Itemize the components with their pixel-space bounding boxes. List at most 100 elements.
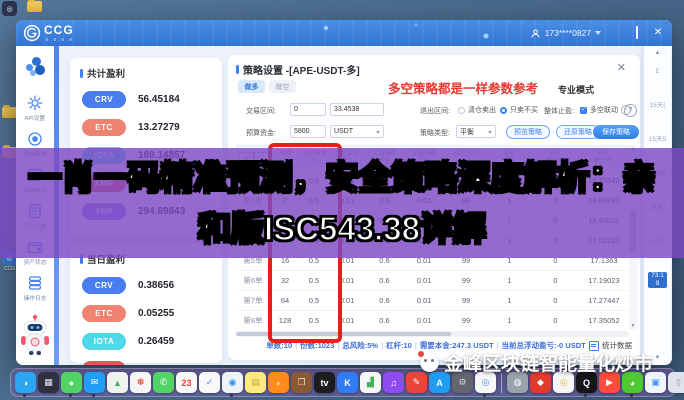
dock-icon-maps[interactable]: ▲ [107, 372, 128, 393]
table-cell: 99 [445, 296, 487, 305]
dock-icon-photos[interactable]: ✽ [130, 372, 151, 393]
preview-strategy-button[interactable]: 预览策略 [506, 125, 550, 139]
table-cell: 0.01 [403, 276, 445, 285]
strategy-type-select[interactable]: 平衡 [456, 125, 496, 138]
table-cell: 99 [445, 316, 487, 325]
save-strategy-button[interactable]: 保存策略 [593, 125, 639, 139]
edge-list-item[interactable]: 73:19 [648, 272, 667, 288]
sidebar-item-label: 资产状态 [24, 257, 47, 266]
dock-icon-messages[interactable]: ● [61, 372, 82, 393]
desktop: ◎◎CCG CCG 5.0.5.9 173****0827 ✕ [0, 0, 684, 400]
table-cell: 1 [487, 276, 532, 285]
coin-badge: CRV [82, 277, 126, 294]
user-account-chip[interactable]: 173****0827 [530, 28, 601, 39]
strategy-type-label: 策略类型: [420, 128, 450, 138]
dock-icon-finder[interactable]: ◑ [15, 372, 36, 393]
tab-long[interactable]: 做多 [238, 80, 265, 93]
scroll-up-icon[interactable]: ▲ [644, 50, 671, 56]
dock-icon-trash[interactable]: ▯ [668, 372, 684, 393]
close-button[interactable]: ✕ [652, 28, 664, 38]
desktop-folder-icon[interactable] [2, 107, 17, 119]
table-cell: 1 [487, 316, 532, 325]
profit-row: IOTA 0.26459 [70, 333, 222, 350]
profit-value: 0.05255 [138, 308, 174, 319]
profit-row: ETC 0.05255 [70, 305, 222, 322]
dock-icon-safari[interactable]: ◉ [222, 372, 243, 393]
dock-icon-notes[interactable]: ▤ [245, 372, 266, 393]
dock-icon-mail[interactable]: ✉ [84, 372, 105, 393]
profit-value: 56.45184 [138, 94, 180, 105]
profit-value: 0.26459 [138, 336, 174, 347]
dock-icon-podcasts[interactable]: ♫ [383, 372, 404, 393]
promo-overlay-banner: 一肖一码精准预测，安全策略深度解析：亲和版ISC543.38详解 [0, 148, 684, 258]
sidebar-item-label: 操作日志 [24, 293, 47, 302]
sidebar-item-label: API设置 [25, 113, 46, 122]
sidebar-item-5[interactable]: 操作日志 [23, 275, 47, 302]
coin-badge: ETC [82, 119, 126, 136]
table-cell: 0.6 [366, 276, 403, 285]
app-name: CCG [44, 23, 74, 37]
robot-mascot [18, 314, 52, 361]
promo-overlay-text: 一肖一码精准预测，安全策略深度解析：亲和版ISC543.38详解 [15, 152, 670, 254]
pro-mode-label[interactable]: 专业模式 [558, 83, 594, 96]
table-cell: 17.19023 [579, 276, 629, 285]
profit-row: CRV 56.45184 [70, 91, 222, 108]
table-cell: 0.01 [403, 316, 445, 325]
profit-row: XMR 0.00405 [70, 361, 222, 365]
dock-icon-keynote[interactable]: K [337, 372, 358, 393]
maximize-button[interactable] [631, 28, 643, 38]
user-id: 173****0827 [545, 28, 591, 38]
dock-icon-apple-tv[interactable]: tv [314, 372, 335, 393]
coin-badge: ETC [82, 305, 126, 322]
budget-label: 预算资金: [246, 128, 276, 138]
trade-range-min-input[interactable]: 0 [290, 103, 326, 116]
table-cell: 99 [445, 276, 487, 285]
strategy-notice: 多空策略都是一样参数参考 [338, 78, 588, 97]
dock-icon-launchpad[interactable]: ▦ [38, 372, 59, 393]
user-icon [530, 28, 541, 39]
dock-icon-numbers[interactable]: ▟ [360, 372, 381, 393]
today-profit-panel: 当日盈利 CRV 0.38656 ETC 0.05255 IOTA 0.2645… [70, 244, 222, 363]
table-cell: 0.01 [403, 296, 445, 305]
desktop-folder-icon[interactable] [27, 1, 42, 13]
dock-icon-books[interactable]: ❐ [291, 372, 312, 393]
desktop-icon-label: CCG [2, 266, 17, 272]
trade-range-label: 交易区间: [246, 106, 276, 116]
exit-range-label: 退出区间: [420, 106, 450, 116]
help-icon[interactable]: ? [624, 104, 637, 117]
edge-list-item[interactable]: E [644, 68, 671, 76]
radio-sell-all[interactable]: 清仓卖出 [458, 105, 496, 115]
dock-icon-facetime[interactable]: ✆ [153, 372, 174, 393]
panel-close-icon[interactable]: ✕ [617, 61, 626, 74]
table-cell: 第7单 [236, 295, 270, 306]
chevron-down-icon [595, 31, 601, 35]
dock-icon-reminders[interactable]: ✓ [199, 372, 220, 393]
table-cell: 0 [532, 316, 579, 325]
tab-short[interactable]: 做空 [269, 80, 296, 93]
edge-list-item[interactable]: 15天( [644, 102, 671, 110]
dock-icon-calendar[interactable]: 23 [176, 372, 197, 393]
gear-icon [27, 95, 43, 111]
stat-item: 杠杆:10 [386, 341, 412, 350]
budget-unit-select[interactable]: USDT [330, 125, 384, 138]
sidebar-item-0[interactable]: API设置 [23, 95, 47, 122]
profit-value: 0.38656 [138, 280, 174, 291]
watermark: 金峰区块链智能量化炒市 [420, 349, 653, 376]
add-coin-icon [27, 131, 43, 147]
desktop-app-icon[interactable]: ◎ [2, 1, 17, 17]
budget-input[interactable]: 5800 [290, 125, 326, 138]
profit-row: ETC 13.27279 [70, 119, 222, 136]
radio-sell-only[interactable]: 只卖不买 [500, 105, 538, 115]
window-titlebar: CCG 5.0.5.9 173****0827 ✕ [16, 20, 672, 46]
trade-range-max-input[interactable]: 33.4538 [330, 103, 384, 116]
dock-icon-firefox[interactable]: ◗ [268, 372, 289, 393]
coin-badge: XMR [82, 361, 126, 365]
table-cell: 17.27447 [579, 296, 629, 305]
profit-value: 0.00405 [138, 364, 174, 365]
panel-title: 共计盈利 [70, 58, 222, 80]
table-cell: 第6单 [236, 275, 270, 286]
watermark-text: 金峰区块链智能量化炒市 [444, 349, 653, 376]
wechat-icon [420, 353, 439, 372]
overall-tp-label: 整体止盈: [544, 106, 574, 116]
edge-list-item[interactable]: 15天5 [644, 136, 671, 144]
